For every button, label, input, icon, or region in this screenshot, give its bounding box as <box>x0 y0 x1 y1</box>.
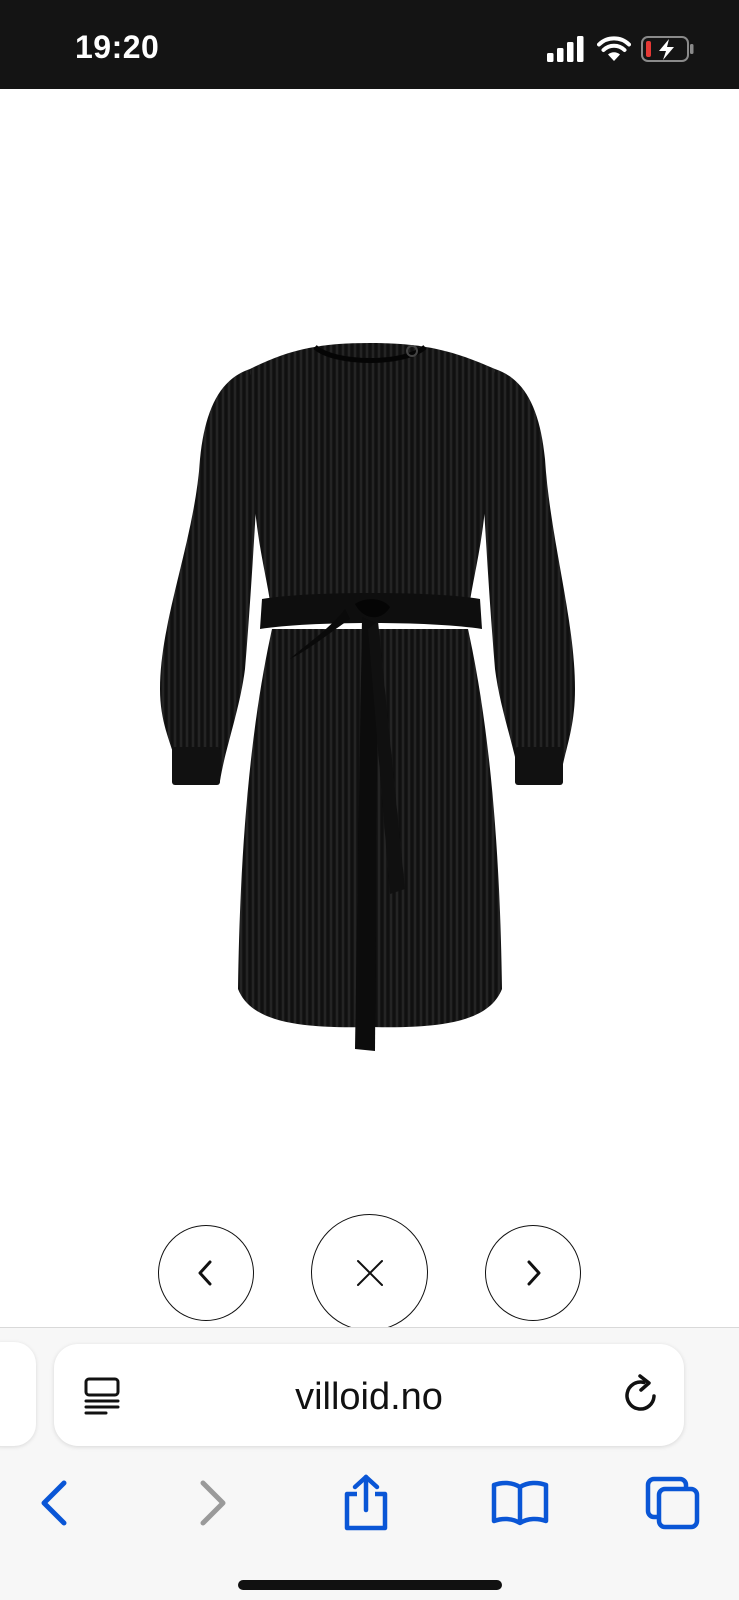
forward-icon <box>200 1480 226 1526</box>
chevron-right-icon <box>527 1260 541 1286</box>
back-button[interactable] <box>24 1473 84 1533</box>
cellular-signal-icon <box>547 36 584 62</box>
battery-charging-icon <box>641 36 694 62</box>
tabs-icon <box>645 1476 700 1530</box>
wifi-icon <box>597 36 631 61</box>
bookmarks-button[interactable] <box>490 1473 550 1533</box>
url-text[interactable]: villoid.no <box>54 1376 684 1419</box>
browser-chrome: villoid.no <box>0 1327 739 1600</box>
chevron-left-icon <box>198 1260 212 1286</box>
next-image-button[interactable] <box>485 1225 581 1321</box>
forward-button[interactable] <box>183 1473 243 1533</box>
share-icon <box>344 1474 388 1531</box>
previous-tab-peek[interactable] <box>0 1342 36 1446</box>
home-indicator[interactable] <box>238 1580 502 1590</box>
tabs-button[interactable] <box>643 1473 703 1533</box>
status-icons <box>547 34 695 64</box>
reload-icon[interactable] <box>620 1374 662 1416</box>
black-pleated-dress-image <box>160 343 575 1051</box>
back-icon <box>41 1480 67 1526</box>
bookmarks-icon <box>491 1480 549 1526</box>
product-image-viewer <box>0 89 739 1331</box>
previous-image-button[interactable] <box>158 1225 254 1321</box>
close-gallery-button[interactable] <box>311 1214 428 1331</box>
address-bar[interactable]: villoid.no <box>54 1344 684 1446</box>
share-button[interactable] <box>336 1473 396 1533</box>
close-icon <box>356 1259 383 1286</box>
status-time: 19:20 <box>75 29 160 65</box>
status-bar: 19:20 <box>0 0 739 89</box>
browser-toolbar <box>0 1461 739 1547</box>
